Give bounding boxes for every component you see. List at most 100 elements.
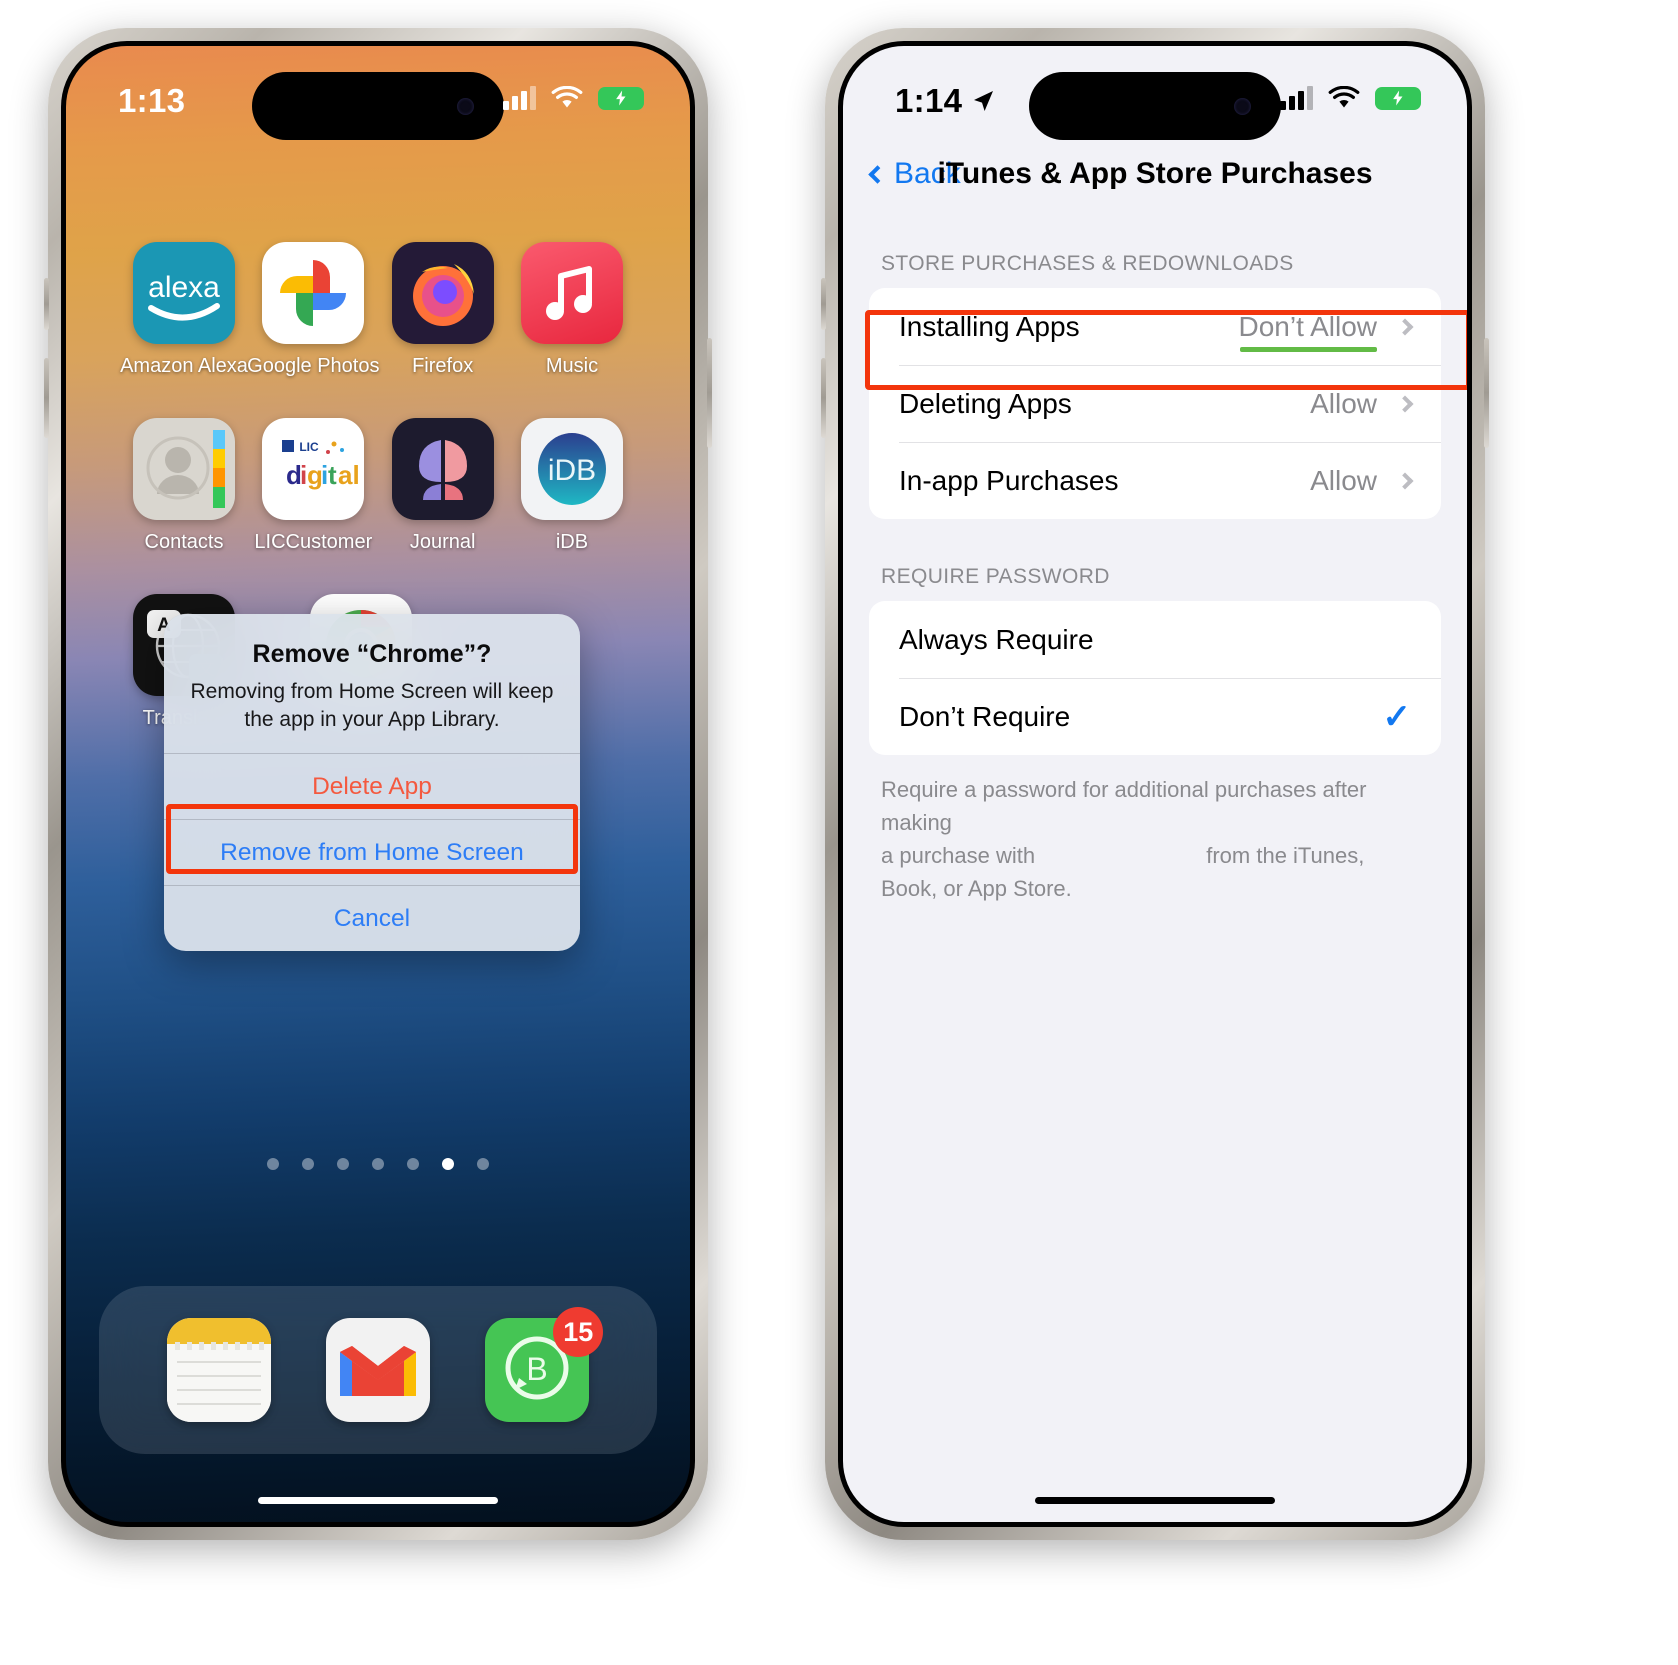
google-photos-icon bbox=[262, 242, 365, 344]
screenshot-root: 1:13 alexa Amazon Alexa Google Photos Fi… bbox=[0, 0, 1678, 1665]
volume-down-button[interactable] bbox=[44, 358, 49, 438]
right-phone-screen: 1:14 Back iTunes & App Store Purchases S… bbox=[843, 46, 1467, 1522]
alert-header: Remove “Chrome”? Removing from Home Scre… bbox=[164, 614, 580, 753]
cancel-button[interactable]: Cancel bbox=[164, 885, 580, 951]
remove-app-alert: Remove “Chrome”? Removing from Home Scre… bbox=[164, 614, 580, 952]
back-label: Back bbox=[894, 157, 961, 190]
volume-down-button[interactable] bbox=[821, 358, 826, 438]
app-label: LICCustomer bbox=[254, 531, 373, 553]
battery-charging-icon bbox=[598, 86, 644, 110]
left-phone-bezel: 1:13 alexa Amazon Alexa Google Photos Fi… bbox=[61, 41, 695, 1527]
home-indicator[interactable] bbox=[1035, 1497, 1275, 1504]
app-label: Firefox bbox=[412, 355, 474, 377]
section-header-require-password: REQUIRE PASSWORD bbox=[881, 565, 1110, 588]
page-dot[interactable] bbox=[407, 1158, 419, 1170]
require-password-group: Always Require Don’t Require ✓ bbox=[869, 601, 1441, 755]
app-idb[interactable]: iDB iDB bbox=[510, 418, 634, 554]
page-dot[interactable] bbox=[267, 1158, 279, 1170]
firefox-icon bbox=[391, 242, 494, 344]
app-firefox[interactable]: Firefox bbox=[381, 242, 505, 378]
row-in-app-purchases[interactable]: In-app Purchases Allow bbox=[869, 442, 1441, 519]
app-label: Amazon Alexa bbox=[120, 355, 248, 377]
app-contacts[interactable]: Contacts bbox=[122, 418, 246, 554]
page-dot-active[interactable] bbox=[442, 1158, 454, 1170]
page-indicator[interactable] bbox=[66, 1158, 690, 1170]
dock-app-gmail[interactable] bbox=[325, 1318, 430, 1422]
svg-text:LIC: LIC bbox=[300, 440, 320, 454]
delete-app-button[interactable]: Delete App bbox=[164, 753, 580, 819]
volume-up-button[interactable] bbox=[44, 278, 49, 330]
notification-badge: 15 bbox=[553, 1307, 604, 1357]
svg-text:alexa: alexa bbox=[148, 271, 220, 304]
page-dot[interactable] bbox=[372, 1158, 384, 1170]
dock-app-whatsapp-business[interactable]: B 15 bbox=[485, 1307, 604, 1422]
row-always-require[interactable]: Always Require bbox=[869, 601, 1441, 678]
contacts-icon bbox=[133, 418, 235, 520]
settings-page: 1:14 Back iTunes & App Store Purchases S… bbox=[843, 46, 1467, 1522]
remove-from-home-screen-button[interactable]: Remove from Home Screen bbox=[164, 819, 580, 885]
app-row-2: Contacts LIC d i g i t al LICCustomer Jo… bbox=[122, 418, 634, 554]
row-installing-apps[interactable]: Installing Apps Don’t Allow bbox=[869, 288, 1441, 365]
checkmark-icon: ✓ bbox=[1382, 697, 1412, 736]
amazon-alexa-icon: alexa bbox=[133, 242, 235, 344]
left-phone-frame: 1:13 alexa Amazon Alexa Google Photos Fi… bbox=[44, 28, 712, 1540]
svg-text:iDB: iDB bbox=[548, 454, 596, 487]
app-music[interactable]: Music bbox=[510, 242, 634, 378]
row-label: In-app Purchases bbox=[899, 464, 1119, 496]
volume-up-button[interactable] bbox=[821, 278, 826, 330]
app-row-1: alexa Amazon Alexa Google Photos Firefox… bbox=[120, 242, 634, 378]
row-deleting-apps[interactable]: Deleting Apps Allow bbox=[869, 365, 1441, 442]
page-dot[interactable] bbox=[302, 1158, 314, 1170]
wifi-icon bbox=[551, 85, 583, 110]
section-header-store-purchases: STORE PURCHASES & REDOWNLOADS bbox=[881, 252, 1294, 275]
app-liccustomer[interactable]: LIC d i g i t al LICCustomer bbox=[251, 418, 375, 554]
location-arrow-icon bbox=[974, 91, 994, 111]
power-button[interactable] bbox=[707, 338, 712, 448]
alert-title: Remove “Chrome”? bbox=[252, 640, 492, 668]
right-phone-frame: 1:14 Back iTunes & App Store Purchases S… bbox=[821, 28, 1489, 1540]
navigation-bar: Back iTunes & App Store Purchases bbox=[843, 142, 1467, 206]
right-phone-bezel: 1:14 Back iTunes & App Store Purchases S… bbox=[838, 41, 1472, 1527]
status-time: 1:13 bbox=[118, 82, 186, 119]
gmail-icon bbox=[325, 1318, 430, 1422]
home-indicator[interactable] bbox=[258, 1497, 498, 1504]
app-journal[interactable]: Journal bbox=[381, 418, 505, 554]
footnote-line: a purchase with from the iTunes, bbox=[881, 843, 1365, 868]
row-value: Allow bbox=[1310, 464, 1377, 496]
apple-music-icon bbox=[520, 242, 623, 344]
power-button[interactable] bbox=[1484, 338, 1489, 448]
row-value: Don’t Allow bbox=[1238, 310, 1377, 352]
page-dot[interactable] bbox=[337, 1158, 349, 1170]
svg-text:B: B bbox=[527, 1351, 548, 1387]
store-purchases-group: Installing Apps Don’t Allow Deleting App… bbox=[869, 288, 1441, 519]
back-button[interactable]: Back bbox=[868, 157, 961, 191]
chevron-right-icon bbox=[1396, 318, 1414, 335]
chevron-left-icon bbox=[868, 164, 887, 184]
dock-app-notes[interactable] bbox=[166, 1318, 271, 1422]
idb-icon: iDB bbox=[520, 418, 623, 520]
cellular-signal-icon bbox=[503, 86, 536, 110]
lic-digital-icon: LIC d i g i t al bbox=[262, 418, 365, 520]
notes-icon bbox=[166, 1318, 271, 1422]
battery-charging-icon bbox=[1375, 86, 1421, 110]
dock: B 15 bbox=[99, 1286, 657, 1454]
app-label: Music bbox=[545, 355, 599, 377]
right-status-bar: 1:14 bbox=[843, 46, 1467, 142]
chevron-right-icon bbox=[1396, 472, 1414, 489]
app-amazon-alexa[interactable]: alexa Amazon Alexa bbox=[120, 242, 248, 378]
app-label: Journal bbox=[409, 531, 476, 553]
svg-text:t: t bbox=[328, 460, 337, 490]
row-label: Don’t Require bbox=[899, 700, 1071, 732]
status-time: 1:14 bbox=[895, 82, 963, 119]
row-value: Allow bbox=[1310, 387, 1377, 419]
app-google-photos[interactable]: Google Photos bbox=[247, 242, 380, 378]
page-dot[interactable] bbox=[477, 1158, 489, 1170]
app-label: Contacts bbox=[144, 531, 224, 553]
row-dont-require[interactable]: Don’t Require ✓ bbox=[869, 678, 1441, 755]
row-label: Installing Apps bbox=[899, 310, 1080, 342]
left-status-bar: 1:13 bbox=[66, 46, 690, 142]
footnote-line: Book, or App Store. bbox=[881, 876, 1072, 901]
app-label: iDB bbox=[555, 531, 589, 553]
wifi-icon bbox=[1328, 85, 1360, 110]
row-label: Deleting Apps bbox=[899, 387, 1072, 419]
